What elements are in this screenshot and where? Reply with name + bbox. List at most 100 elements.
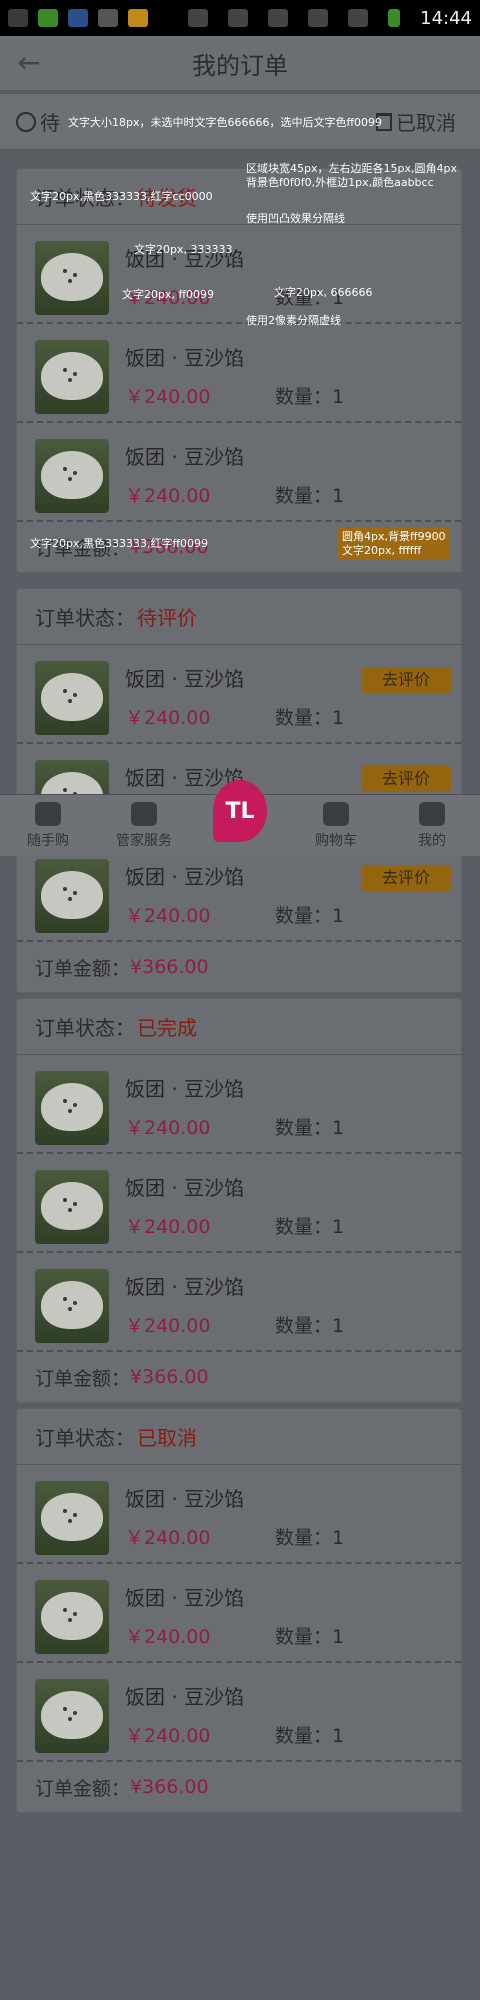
tab-cancelled[interactable]: 已取消 xyxy=(376,107,456,136)
page-title: 我的订单 xyxy=(192,51,288,80)
order-card: 订单状态： 待发货 饭团 · 豆沙馅 ￥240.00 数量：1 饭团 · 豆沙馅 ￥240.… xyxy=(16,168,462,573)
user-icon xyxy=(419,802,445,826)
order-item[interactable]: 饭团 · 豆沙馅 ￥240.00 数量：1 去评价 xyxy=(17,843,461,942)
product-quantity: 数量：1 xyxy=(275,1315,345,1337)
nav-item[interactable]: 随手购 xyxy=(0,795,96,856)
order-item[interactable]: 饭团 · 豆沙馅 ￥240.00 数量：1 xyxy=(17,423,461,522)
order-item[interactable]: 饭团 · 豆沙馅 ￥240.00 数量：1 xyxy=(17,1154,461,1253)
total-amount: ¥366.00 xyxy=(130,1366,209,1388)
mail-icon xyxy=(128,9,148,27)
vibrate-icon xyxy=(188,9,209,27)
product-quantity: 数量：1 xyxy=(275,1527,345,1549)
nav-item[interactable]: 管家服务 xyxy=(96,795,192,856)
order-item[interactable]: 饭团 · 豆沙馅 ￥240.00 数量：1 xyxy=(17,225,461,324)
clock-time: 14:44 xyxy=(420,7,472,29)
product-price: ￥240.00 xyxy=(125,905,211,927)
order-status-header: 订单状态： 已完成 xyxy=(17,999,461,1055)
back-arrow-icon[interactable]: ← xyxy=(12,46,46,80)
headset-icon xyxy=(68,9,88,27)
shield-icon xyxy=(38,9,58,27)
annotation-card: 区域块宽45px，左右边距各15px,圆角4px 背景色f0f0f0,外框边1p… xyxy=(246,162,457,189)
review-button[interactable]: 去评价 xyxy=(361,667,451,693)
product-price: ￥240.00 xyxy=(125,1117,211,1139)
order-total: 订单金额： ¥366.00 xyxy=(17,1352,461,1402)
order-status-header: 订单状态： 已取消 xyxy=(17,1409,461,1465)
status-label: 订单状态： xyxy=(35,1426,135,1450)
product-price: ￥240.00 xyxy=(125,707,211,729)
ball-icon xyxy=(98,9,118,27)
product-image xyxy=(35,1269,109,1343)
product-price: ￥240.00 xyxy=(125,386,211,408)
status-bar: 14:44 xyxy=(0,0,480,36)
order-item[interactable]: 饭团 · 豆沙馅 ￥240.00 数量：1 xyxy=(17,1055,461,1154)
product-quantity: 数量：1 xyxy=(275,386,345,408)
order-item[interactable]: 饭团 · 豆沙馅 ￥240.00 数量：1 xyxy=(17,324,461,423)
clock-icon xyxy=(16,111,36,132)
product-quantity: 数量：1 xyxy=(275,707,345,729)
nav-item[interactable]: 我的 xyxy=(384,795,480,856)
nav-label: 购物车 xyxy=(315,833,357,849)
review-button[interactable]: 去评价 xyxy=(361,766,451,792)
product-price: ￥240.00 xyxy=(125,1315,211,1337)
product-image xyxy=(35,439,109,513)
order-status-header: 订单状态： 待评价 xyxy=(17,589,461,645)
alarm-icon xyxy=(228,9,249,27)
product-quantity: 数量：1 xyxy=(275,1216,345,1238)
product-quantity: 数量：1 xyxy=(275,1626,345,1648)
order-item[interactable]: 饭团 · 豆沙馅 ￥240.00 数量：1 xyxy=(17,1465,461,1564)
order-card: 订单状态： 已取消 饭团 · 豆沙馅 ￥240.00 数量：1 饭团 · 豆沙馅 ￥240.… xyxy=(16,1408,462,1813)
product-name: 饭团 · 豆沙馅 xyxy=(125,445,245,469)
nav-label: 随手购 xyxy=(27,833,69,849)
app-header: ← 我的订单 xyxy=(0,36,480,90)
tab-pending-review[interactable]: 待评价 xyxy=(16,107,60,136)
product-name: 饭团 · 豆沙馅 xyxy=(125,346,245,370)
order-card: 订单状态： 已完成 饭团 · 豆沙馅 ￥240.00 数量：1 饭团 · 豆沙馅 ￥240.… xyxy=(16,998,462,1403)
cloud-icon xyxy=(8,9,28,27)
battery-icon xyxy=(388,9,401,27)
order-total: 订单金额： ¥366.00 xyxy=(17,942,461,992)
total-label: 订单金额： xyxy=(35,957,131,980)
nav-label: 管家服务 xyxy=(116,833,172,849)
product-quantity: 数量：1 xyxy=(275,1725,345,1747)
wifi-icon xyxy=(308,9,329,27)
status-label: 订单状态： xyxy=(35,606,135,630)
product-image xyxy=(35,1580,109,1654)
product-price: ￥240.00 xyxy=(125,1626,211,1648)
product-quantity: 数量：1 xyxy=(275,1117,345,1139)
cart-icon xyxy=(323,802,349,826)
order-item[interactable]: 饭团 · 豆沙馅 ￥240.00 数量：1 xyxy=(17,1564,461,1663)
product-name: 饭团 · 豆沙馅 xyxy=(125,865,245,889)
review-button[interactable]: 去评价 xyxy=(361,865,451,891)
product-image xyxy=(35,1679,109,1753)
product-image xyxy=(35,661,109,735)
product-quantity: 数量：1 xyxy=(275,905,345,927)
total-amount: ¥366.00 xyxy=(130,1776,209,1798)
sync-icon xyxy=(268,9,289,27)
annotation-name: 文字20px, 333333 xyxy=(134,243,233,256)
product-image xyxy=(35,1481,109,1555)
order-item[interactable]: 饭团 · 豆沙馅 ￥240.00 数量：1 xyxy=(17,1663,461,1762)
product-image xyxy=(35,1071,109,1145)
product-quantity: 数量：1 xyxy=(275,485,345,507)
product-name: 饭团 · 豆沙馅 xyxy=(125,1077,245,1101)
nav-label: 我的 xyxy=(418,833,446,849)
nav-item[interactable]: 购物车 xyxy=(288,795,384,856)
product-price: ￥240.00 xyxy=(125,1216,211,1238)
status-value: 待评价 xyxy=(137,606,197,630)
status-value: 已取消 xyxy=(137,1426,197,1450)
signal-icon xyxy=(348,9,369,27)
order-item[interactable]: 饭团 · 豆沙馅 ￥240.00 数量：1 xyxy=(17,1253,461,1352)
product-price: ￥240.00 xyxy=(125,485,211,507)
product-name: 饭团 · 豆沙馅 xyxy=(125,1586,245,1610)
annotation-total: 文字20px,黑色333333,红字ff0099 xyxy=(30,537,209,550)
product-image xyxy=(35,1170,109,1244)
status-value: 已完成 xyxy=(137,1016,197,1040)
annotation-head: 文字20px,黑色333333,红字cc0000 xyxy=(30,190,213,203)
order-item[interactable]: 饭团 · 豆沙馅 ￥240.00 数量：1 去评价 xyxy=(17,645,461,744)
annotation-bevel: 使用凹凸效果分隔线 xyxy=(246,212,345,225)
product-image xyxy=(35,340,109,414)
wrench-icon xyxy=(131,802,157,826)
star-icon xyxy=(35,802,61,826)
logo-icon[interactable]: TL xyxy=(213,780,267,842)
product-price: ￥240.00 xyxy=(125,1527,211,1549)
